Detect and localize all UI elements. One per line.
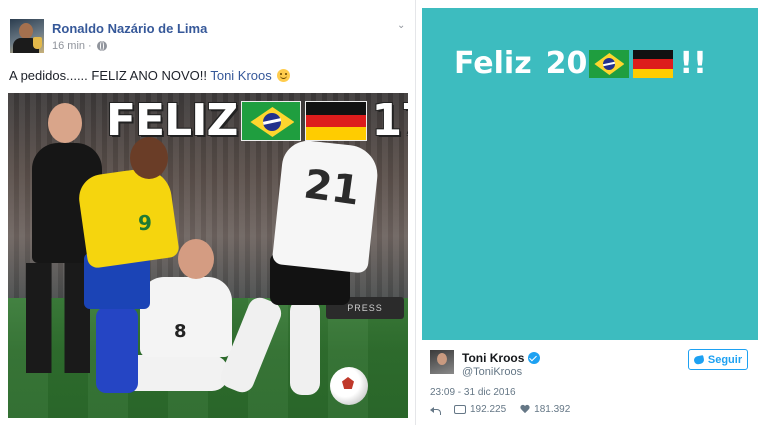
follow-button-label: Seguir (707, 353, 743, 366)
brazil-flag-icon (589, 50, 630, 78)
smile-emoji-icon (277, 69, 291, 82)
football-ball (330, 367, 368, 405)
post-text-body: A pedidos...... FELIZ ANO NOVO!! (9, 68, 211, 83)
mention-link[interactable]: Toni Kroos (210, 68, 271, 83)
tweet-author-name[interactable]: Toni Kroos (462, 351, 541, 365)
tweet-media-text: Feliz 20 !! (454, 44, 707, 84)
avatar-head (19, 23, 33, 39)
germany-player-21-leg (290, 299, 320, 395)
germany-player-8-number: 8 (174, 321, 187, 342)
referee-head (48, 103, 82, 143)
dot-separator: · (88, 40, 92, 52)
heart-icon (520, 405, 530, 414)
photo-caption: FELIZ 17!!! (106, 97, 408, 145)
brazil-player-number: 9 (138, 211, 152, 235)
post-time[interactable]: 16 min (52, 40, 85, 52)
tweet-author-avatar[interactable] (430, 350, 454, 374)
tweet-media-suffix: !! (679, 46, 707, 81)
retweet-count: 192.225 (470, 404, 507, 415)
facebook-post: Ronaldo Nazário de Lima 16 min · ⌄ A ped… (0, 0, 416, 425)
globe-icon (96, 41, 107, 51)
like-count: 181.392 (534, 404, 571, 415)
tweet-media-number: 20 (545, 46, 588, 81)
verified-badge-icon (528, 352, 541, 364)
germany-player-8-head (178, 239, 214, 279)
tweet-media[interactable]: Feliz 20 !! (422, 8, 758, 340)
reply-button[interactable] (430, 406, 441, 415)
post-meta: 16 min · (52, 40, 107, 52)
brazil-player-9 (76, 165, 180, 269)
brazil-flag-icon (241, 101, 302, 141)
retweet-icon (454, 405, 466, 414)
twitter-bird-icon (693, 354, 705, 365)
tweet-timestamp[interactable]: 23:09 - 31 dic 2016 (430, 387, 516, 398)
photo-caption-number: 17!!! (371, 95, 408, 146)
germany-player-21-number: 21 (301, 161, 363, 215)
tweet-actions: 192.225 181.392 (430, 404, 584, 415)
germany-flag-icon (633, 50, 674, 78)
author-avatar[interactable] (10, 19, 44, 53)
trophy-icon (33, 37, 42, 49)
follow-button[interactable]: Seguir (688, 349, 748, 370)
post-photo[interactable]: PRESS 8 21 9 FELIZ 17!!! (8, 93, 408, 418)
germany-flag-icon (305, 101, 368, 141)
referee-legs (26, 263, 90, 373)
tweet-author-name-text[interactable]: Toni Kroos (462, 351, 524, 365)
like-button[interactable]: 181.392 (520, 404, 570, 415)
tweet-card: Feliz 20 !! Toni Kroos @ToniKroos Seguir… (420, 0, 768, 425)
photo-caption-word: FELIZ (106, 95, 238, 146)
post-text: A pedidos...... FELIZ ANO NOVO!! Toni Kr… (9, 68, 291, 83)
chevron-down-icon[interactable]: ⌄ (397, 21, 407, 31)
tweet-author-handle[interactable]: @ToniKroos (462, 366, 522, 378)
author-name[interactable]: Ronaldo Nazário de Lima (52, 21, 207, 36)
tweet-media-word: Feliz (454, 46, 532, 81)
reply-icon (430, 406, 441, 415)
germany-player-8 (140, 277, 232, 357)
brazil-player-legs (96, 307, 138, 393)
retweet-button[interactable]: 192.225 (454, 404, 506, 415)
